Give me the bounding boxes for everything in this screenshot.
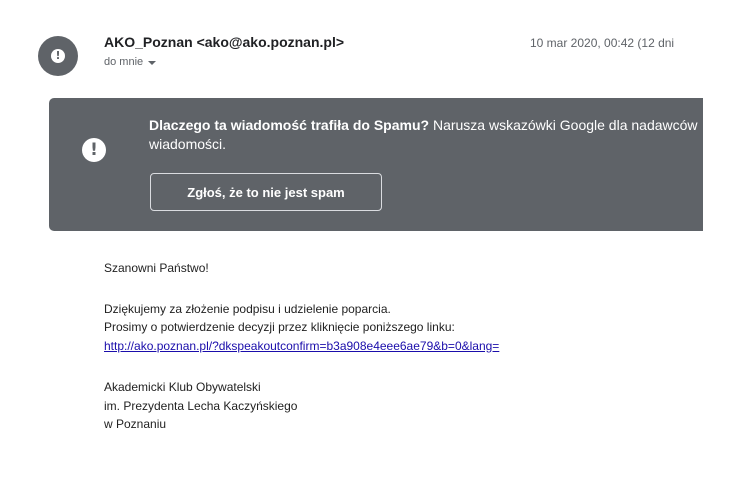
exclamation-icon: ! <box>82 138 106 162</box>
signature-line: Akademicki Klub Obywatelski <box>104 380 261 394</box>
greeting-text: Szanowni Państwo! <box>104 261 209 275</box>
sender-name[interactable]: AKO_Poznan <ako@ako.poznan.pl> <box>104 34 344 50</box>
thanks-text: Dziękujemy za złożenie podpisu i udziele… <box>104 301 391 316</box>
spam-reason-text: Dlaczego ta wiadomość trafiła do Spamu? … <box>149 116 703 154</box>
instruction-text: Prosimy o potwierdzenie decyzji przez kl… <box>104 320 455 334</box>
caret-down-icon <box>148 60 157 65</box>
recipient-label: do mnie <box>104 56 144 68</box>
recipient-dropdown[interactable]: do mnie <box>104 56 157 68</box>
signature-line: im. Prezydenta Lecha Kaczyńskiego <box>104 398 298 413</box>
spam-reason-heading: Dlaczego ta wiadomość trafiła do Spamu? <box>149 117 430 133</box>
confirmation-link[interactable]: http://ako.poznan.pl/?dkspeakoutconfirm=… <box>104 339 499 353</box>
signature-line: w Poznaniu <box>104 417 167 431</box>
sender-avatar[interactable]: ! <box>38 36 78 76</box>
report-not-spam-button[interactable]: Zgłoś, że to nie jest spam <box>150 173 382 211</box>
email-body: Szanowni Państwo! Dziękujemy za złożenie… <box>104 259 499 434</box>
email-timestamp: 10 mar 2020, 00:42 (12 dni <box>530 36 675 50</box>
spam-warning-banner: ! Dlaczego ta wiadomość trafiła do Spamu… <box>49 98 703 231</box>
exclamation-icon: ! <box>51 49 65 63</box>
